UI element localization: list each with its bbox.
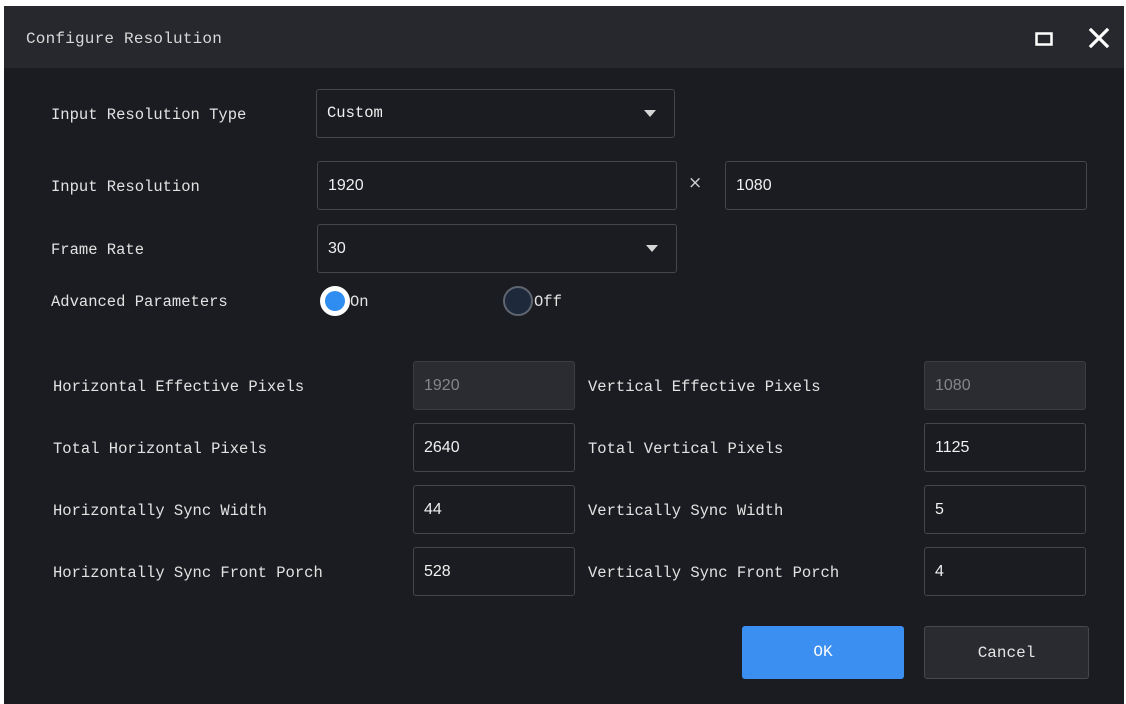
chevron-down-icon: [644, 110, 656, 117]
vertical-sync-width-value: 5: [935, 501, 944, 518]
close-icon[interactable]: [1087, 27, 1111, 49]
total-horizontal-pixels-label: Total Horizontal Pixels: [53, 440, 267, 458]
vertical-front-porch-value: 4: [935, 563, 944, 580]
horizontal-sync-width-label: Horizontally Sync Width: [53, 502, 267, 520]
horizontal-front-porch-value: 528: [424, 563, 451, 580]
advanced-parameters-label: Advanced Parameters: [51, 293, 228, 311]
vertical-effective-pixels-label: Vertical Effective Pixels: [588, 378, 821, 396]
configure-resolution-dialog: Configure Resolution Input Resolution Ty…: [4, 6, 1124, 704]
frame-rate-select[interactable]: 30: [317, 224, 677, 273]
frame-rate-value: 30: [328, 240, 346, 257]
vertical-effective-pixels-value: 1080: [935, 377, 971, 394]
horizontal-effective-pixels-label: Horizontal Effective Pixels: [53, 378, 305, 396]
input-resolution-type-label: Input Resolution Type: [51, 106, 247, 124]
total-horizontal-pixels-value: 2640: [424, 439, 460, 456]
dialog-title: Configure Resolution: [26, 30, 223, 48]
total-vertical-pixels-input[interactable]: 1125: [924, 423, 1086, 472]
frame-rate-label: Frame Rate: [51, 241, 145, 259]
total-vertical-pixels-value: 1125: [935, 439, 970, 456]
input-resolution-width-value: 1920: [328, 177, 364, 194]
advanced-on-label[interactable]: On: [350, 293, 369, 311]
vertical-sync-width-input[interactable]: 5: [924, 485, 1086, 534]
input-resolution-label: Input Resolution: [51, 178, 200, 196]
horizontal-front-porch-input[interactable]: 528: [413, 547, 575, 596]
maximize-icon[interactable]: [1035, 32, 1053, 46]
vertical-sync-width-label: Vertically Sync Width: [588, 502, 784, 520]
total-horizontal-pixels-input[interactable]: 2640: [413, 423, 575, 472]
input-resolution-type-value: Custom: [327, 104, 383, 122]
total-vertical-pixels-label: Total Vertical Pixels: [588, 440, 784, 458]
horizontal-effective-pixels-input: 1920: [413, 361, 575, 410]
vertical-front-porch-input[interactable]: 4: [924, 547, 1086, 596]
vertical-effective-pixels-input: 1080: [924, 361, 1086, 410]
ok-button[interactable]: OK: [742, 626, 904, 679]
advanced-off-label[interactable]: Off: [534, 293, 562, 311]
input-resolution-type-select[interactable]: Custom: [316, 89, 675, 138]
input-resolution-height-input[interactable]: 1080: [725, 161, 1087, 210]
title-bar: Configure Resolution: [4, 6, 1124, 68]
advanced-off-radio[interactable]: [503, 286, 533, 316]
horizontal-sync-width-input[interactable]: 44: [413, 485, 575, 534]
advanced-on-radio[interactable]: [320, 286, 350, 316]
cancel-button[interactable]: Cancel: [924, 626, 1089, 679]
input-resolution-width-input[interactable]: 1920: [317, 161, 677, 210]
horizontal-sync-width-value: 44: [424, 501, 442, 518]
horizontal-effective-pixels-value: 1920: [424, 377, 460, 394]
vertical-front-porch-label: Vertically Sync Front Porch: [588, 564, 840, 582]
input-resolution-height-value: 1080: [736, 177, 772, 194]
horizontal-front-porch-label: Horizontally Sync Front Porch: [53, 564, 323, 582]
times-separator: ×: [688, 173, 703, 193]
chevron-down-icon: [646, 245, 658, 252]
